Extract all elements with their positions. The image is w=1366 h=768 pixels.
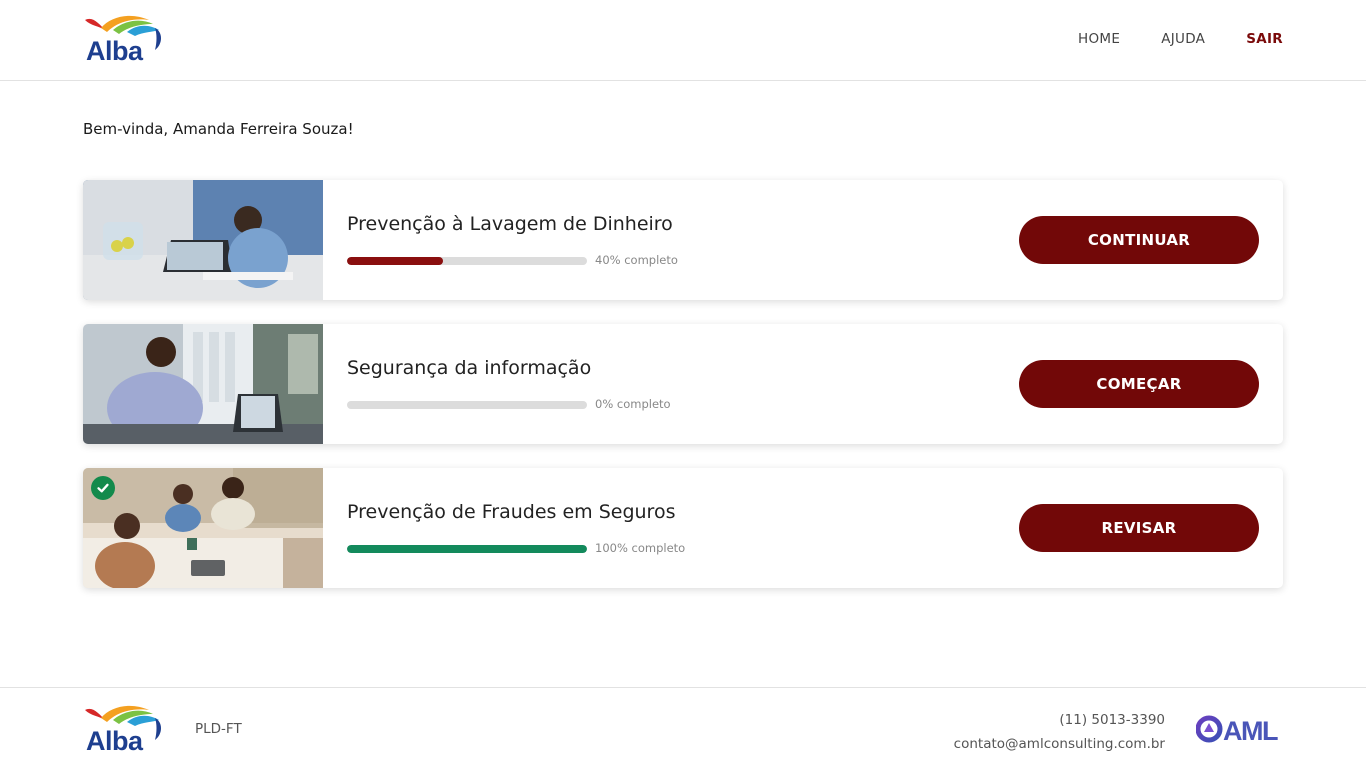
footer-label: PLD-FT — [195, 721, 242, 737]
course-photo — [83, 180, 323, 300]
progress-label: 40% completo — [595, 253, 678, 267]
start-button[interactable]: COMEÇAR — [1019, 360, 1259, 408]
logo-text: Alba — [86, 36, 143, 66]
logo-text: Alba — [86, 726, 143, 756]
course-title: Prevenção à Lavagem de Dinheiro — [347, 213, 673, 235]
nav-ajuda[interactable]: AJUDA — [1161, 31, 1205, 47]
progress-label: 0% completo — [595, 397, 671, 411]
course-photo — [83, 324, 323, 444]
progress-track — [347, 257, 587, 265]
course-thumbnail — [83, 180, 323, 300]
review-button[interactable]: REVISAR — [1019, 504, 1259, 552]
top-nav: HOME AJUDA SAIR — [1078, 31, 1283, 47]
aml-logo-text: AML — [1223, 716, 1278, 745]
course-thumbnail — [83, 468, 323, 588]
progress-track — [347, 401, 587, 409]
course-card: Prevenção de Fraudes em Seguros 100% com… — [83, 468, 1283, 588]
progress-label: 100% completo — [595, 541, 686, 555]
check-circle-icon — [91, 476, 115, 500]
footer: Alba PLD-FT (11) 5013-3390 contato@amlco… — [0, 687, 1366, 768]
aml-logo: AML — [1195, 715, 1286, 746]
aml-logo-mark: AML — [1195, 715, 1279, 746]
course-card: Prevenção à Lavagem de Dinheiro 40% comp… — [83, 180, 1283, 300]
contact-info: (11) 5013-3390 contato@amlconsulting.com… — [954, 708, 1165, 756]
header: Alba HOME AJUDA SAIR — [0, 0, 1366, 81]
course-title: Prevenção de Fraudes em Seguros — [347, 501, 676, 523]
nav-home[interactable]: HOME — [1078, 31, 1120, 47]
progress-fill — [347, 545, 587, 553]
course-photo — [83, 468, 323, 588]
nav-sair[interactable]: SAIR — [1246, 31, 1283, 47]
course-card: Segurança da informação 0% completo COME… — [83, 324, 1283, 444]
alba-logo[interactable]: Alba — [83, 14, 165, 68]
contact-email[interactable]: contato@amlconsulting.com.br — [954, 732, 1165, 756]
course-thumbnail — [83, 324, 323, 444]
continue-button[interactable]: CONTINUAR — [1019, 216, 1259, 264]
progress-track — [347, 545, 587, 553]
progress-fill — [347, 257, 443, 265]
contact-phone: (11) 5013-3390 — [1059, 712, 1165, 728]
alba-logo[interactable]: Alba — [83, 704, 165, 758]
welcome-message: Bem-vinda, Amanda Ferreira Souza! — [83, 120, 354, 138]
course-title: Segurança da informação — [347, 357, 592, 379]
